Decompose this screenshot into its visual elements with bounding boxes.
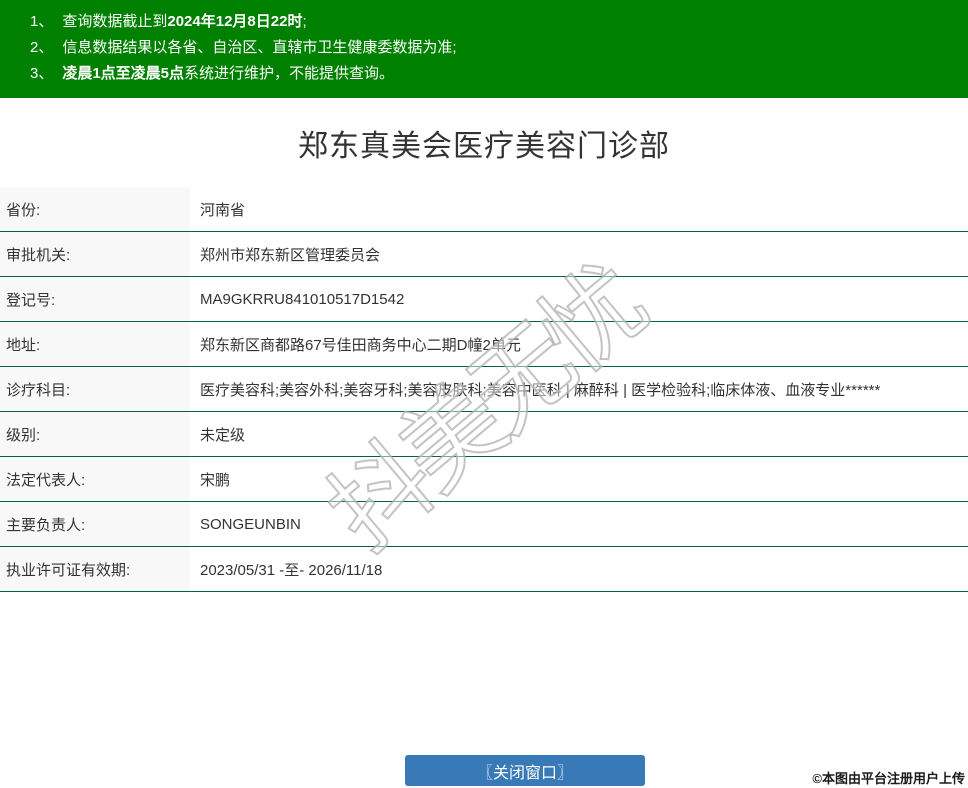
notice-line-1: 1、 查询数据截止到2024年12月8日22时; bbox=[30, 9, 958, 35]
institution-title: 郑东真美会医疗美容门诊部 bbox=[298, 130, 670, 163]
table-row-approval-authority: 审批机关: 郑州市郑东新区管理委员会 bbox=[0, 232, 968, 277]
notice-line-3: 3、 凌晨1点至凌晨5点系统进行维护，不能提供查询。 bbox=[30, 61, 958, 87]
image-credit-watermark: ©本图由平台注册用户上传 bbox=[812, 771, 965, 786]
row-label: 主要负责人: bbox=[0, 502, 190, 546]
notice-text: 查询数据截止到 bbox=[62, 13, 168, 30]
table-row-registration-number: 登记号: MA9GKRRU841010517D1542 bbox=[0, 277, 968, 322]
row-label: 执业许可证有效期: bbox=[0, 547, 190, 591]
table-row-level: 级别: 未定级 bbox=[0, 412, 968, 457]
table-row-medical-subjects: 诊疗科目: 医疗美容科;美容外科;美容牙科;美容皮肤科;美容中医科 | 麻醉科 … bbox=[0, 367, 968, 412]
notice-number: 3、 bbox=[30, 65, 54, 82]
row-value: 郑东新区商都路67号佳田商务中心二期D幢2单元 bbox=[200, 336, 521, 354]
row-value: 河南省 bbox=[200, 201, 246, 219]
row-label: 诊疗科目: bbox=[0, 367, 190, 411]
row-label: 地址: bbox=[0, 322, 190, 366]
row-value: 郑州市郑东新区管理委员会 bbox=[200, 246, 381, 264]
notice-text-bold: 2024年12月8日22时 bbox=[167, 13, 303, 30]
table-row-main-person-in-charge: 主要负责人: SONGEUNBIN bbox=[0, 502, 968, 547]
table-row-legal-representative: 法定代表人: 宋鹏 bbox=[0, 457, 968, 502]
row-value: SONGEUNBIN bbox=[200, 515, 301, 533]
notice-header: 1、 查询数据截止到2024年12月8日22时; 2、 信息数据结果以各省、自治区、… bbox=[0, 0, 968, 98]
row-label: 级别: bbox=[0, 412, 190, 456]
row-label: 审批机关: bbox=[0, 232, 190, 276]
notice-text-bold: 凌晨1点至凌晨5点 bbox=[62, 65, 185, 82]
notice-number: 1、 bbox=[30, 13, 54, 30]
row-value: 未定级 bbox=[200, 426, 246, 444]
table-row-address: 地址: 郑东新区商都路67号佳田商务中心二期D幢2单元 bbox=[0, 322, 968, 367]
notice-text: 系统进行维护，不能提供查询。 bbox=[184, 65, 395, 82]
table-row-license-validity: 执业许可证有效期: 2023/05/31 -至- 2026/11/18 bbox=[0, 547, 968, 592]
row-value: MA9GKRRU841010517D1542 bbox=[200, 290, 405, 308]
row-value: 医疗美容科;美容外科;美容牙科;美容皮肤科;美容中医科 | 麻醉科 | 医学检验… bbox=[200, 381, 881, 399]
row-value: 2023/05/31 -至- 2026/11/18 bbox=[200, 561, 383, 579]
institution-info-table: 省份: 河南省 审批机关: 郑州市郑东新区管理委员会 登记号: MA9GKRRU… bbox=[0, 187, 968, 592]
row-label: 省份: bbox=[0, 187, 190, 231]
notice-line-2: 2、 信息数据结果以各省、自治区、直辖市卫生健康委数据为准; bbox=[30, 35, 958, 61]
notice-text: ; bbox=[302, 13, 307, 30]
row-label: 法定代表人: bbox=[0, 457, 190, 501]
table-row-province: 省份: 河南省 bbox=[0, 187, 968, 232]
row-label: 登记号: bbox=[0, 277, 190, 321]
query-result-page: 1、 查询数据截止到2024年12月8日22时; 2、 信息数据结果以各省、自治区、… bbox=[0, 0, 968, 788]
notice-number: 2、 bbox=[30, 39, 54, 56]
notice-text: 信息数据结果以各省、自治区、直辖市卫生健康委数据为准; bbox=[62, 39, 457, 56]
row-value: 宋鹏 bbox=[200, 471, 231, 489]
close-window-button[interactable]: 〖关闭窗口〗 bbox=[405, 755, 645, 786]
